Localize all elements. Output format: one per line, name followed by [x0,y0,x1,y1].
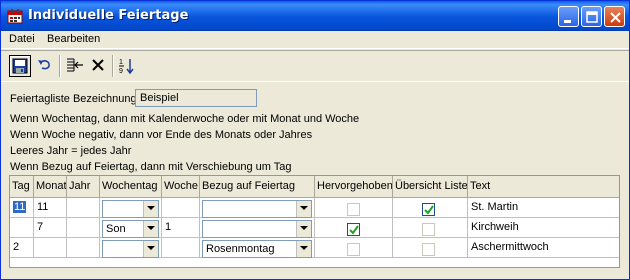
help-line: Leeres Jahr = jedes Jahr [10,145,132,157]
cell-monat[interactable]: 11 [34,198,67,218]
dropdown-arrow[interactable] [296,221,311,237]
cell-tag[interactable] [10,218,34,238]
sort-icon: 1 9 [119,59,134,75]
dropdown-arrow[interactable] [143,201,158,217]
cell-jahr[interactable] [67,238,100,258]
toolbar-separator [112,55,114,77]
cell-jahr[interactable] [67,218,100,238]
title-bar[interactable]: Individuelle Feiertage [1,1,629,31]
column-header-tag[interactable]: Tag [10,176,34,198]
checkmark-icon [349,225,359,235]
checkmark-icon [424,205,434,215]
undo-button[interactable] [34,55,56,77]
dropdown-arrow[interactable] [296,241,311,257]
bezug-value: Rosenmontag [206,243,275,255]
app-icon [7,9,23,24]
delete-button[interactable] [88,55,110,77]
maximize-button[interactable] [581,6,602,27]
menu-bearbeiten[interactable]: Bearbeiten [47,33,100,45]
cell-text[interactable]: St. Martin [468,198,619,218]
name-label: Feiertagliste Bezeichnung [10,93,137,105]
sort-button[interactable]: 1 9 [116,55,138,77]
window-title: Individuelle Feiertage [28,8,189,23]
help-line: Wenn Wochentag, dann mit Kalenderwoche o… [10,113,360,125]
wochentag-dropdown[interactable] [102,240,159,258]
application-window: Individuelle Feiertage Datei Bearbeiten [0,0,630,280]
name-field[interactable]: Beispiel [135,89,257,107]
chevron-down-icon [147,246,155,250]
column-header-hervorgehoben[interactable]: Hervorgehoben [315,176,393,198]
menu-bar: Datei Bearbeiten [1,31,629,49]
column-header-jahr[interactable]: Jahr [67,176,100,198]
uebersicht-checkbox[interactable] [422,203,435,216]
dropdown-arrow[interactable] [143,241,158,257]
minimize-button[interactable] [558,6,579,27]
holiday-table: Tag Monat Jahr Wochentag Woche Bezug auf… [9,175,620,268]
hervorgehoben-checkbox[interactable] [347,203,360,216]
chevron-down-icon [300,246,308,250]
column-header-uebersicht[interactable]: Übersicht Liste [393,176,468,198]
maximize-icon [586,11,598,23]
save-icon [12,58,28,74]
cell-woche[interactable] [162,198,200,218]
wochentag-dropdown[interactable]: Son [102,220,159,238]
column-header-wochentag[interactable]: Wochentag [100,176,162,198]
column-header-bezug[interactable]: Bezug auf Feiertag [200,176,315,198]
dropdown-arrow[interactable] [143,221,158,237]
column-header-woche[interactable]: Woche [162,176,200,198]
minimize-icon [564,20,571,23]
insert-row-icon [67,58,83,72]
close-icon [610,12,621,23]
bezug-dropdown[interactable] [202,220,312,238]
cell-tag-value: 11 [13,201,27,213]
hervorgehoben-checkbox[interactable] [347,223,360,236]
chevron-down-icon [147,206,155,210]
chevron-down-icon [300,206,308,210]
wochentag-dropdown[interactable] [102,200,159,218]
cell-tag[interactable]: 11 [10,198,34,218]
uebersicht-checkbox[interactable] [422,243,435,256]
wochentag-value: Son [106,223,126,235]
cell-tag[interactable]: 2 [10,238,34,258]
help-line: Wenn Woche negativ, dann vor Ende des Mo… [10,129,313,141]
cell-text[interactable]: Aschermittwoch [468,238,619,258]
toolbar-separator [59,55,61,77]
cell-woche[interactable]: 1 [162,218,200,238]
toolbar: 1 9 [1,50,629,82]
save-button[interactable] [9,55,31,77]
cell-text[interactable]: Kirchweih [468,218,619,238]
svg-text:1: 1 [119,59,123,66]
svg-text:9: 9 [119,68,123,75]
cell-woche[interactable] [162,238,200,258]
help-line: Wenn Bezug auf Feiertag, dann mit Versch… [10,161,292,173]
cell-monat[interactable]: 7 [34,218,67,238]
column-header-monat[interactable]: Monat [34,176,67,198]
chevron-down-icon [300,226,308,230]
insert-row-button[interactable] [64,55,86,77]
column-header-text[interactable]: Text [468,176,619,198]
delete-icon [92,59,104,71]
close-button[interactable] [604,6,625,27]
chevron-down-icon [147,226,155,230]
dropdown-arrow[interactable] [296,201,311,217]
menu-datei[interactable]: Datei [9,33,35,45]
cell-monat[interactable] [34,238,67,258]
bezug-dropdown[interactable] [202,200,312,218]
cell-jahr[interactable] [67,198,100,218]
bezug-dropdown[interactable]: Rosenmontag [202,240,312,258]
uebersicht-checkbox[interactable] [422,223,435,236]
hervorgehoben-checkbox[interactable] [347,243,360,256]
undo-icon [38,60,50,70]
